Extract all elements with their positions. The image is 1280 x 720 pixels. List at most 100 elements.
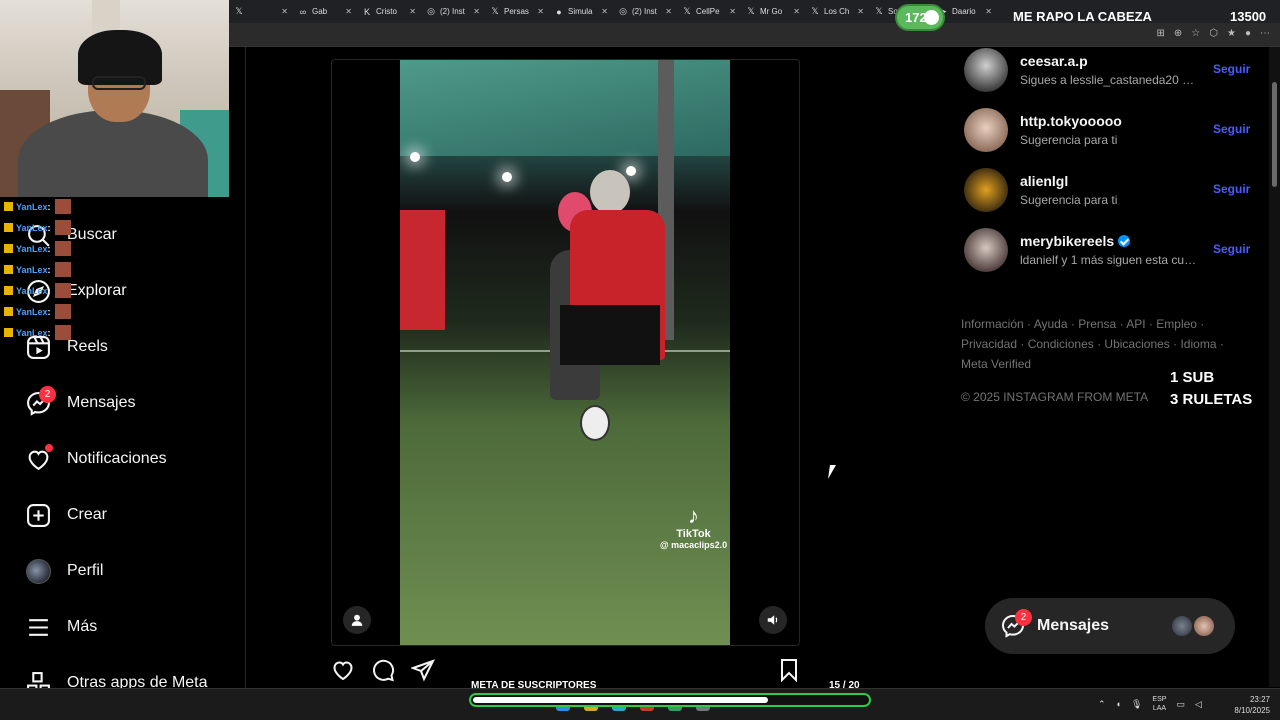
close-icon[interactable]: ✕ bbox=[409, 7, 416, 16]
share-icon[interactable] bbox=[411, 658, 435, 682]
suggestion-item: merybikereels ldanielf y 1 más siguen est… bbox=[964, 228, 1254, 278]
browser-tab-title: Simula bbox=[568, 7, 593, 16]
footer-link[interactable]: Ayuda bbox=[1034, 317, 1068, 331]
footer-link[interactable]: Meta Verified bbox=[961, 357, 1031, 371]
nav-create[interactable]: Crear bbox=[26, 501, 107, 529]
language-bottom: LAA bbox=[1152, 705, 1167, 712]
follow-button[interactable]: Seguir bbox=[1213, 242, 1250, 256]
follow-button[interactable]: Seguir bbox=[1213, 182, 1250, 196]
save-bookmark-icon[interactable] bbox=[777, 658, 801, 682]
link-icon: ∞ bbox=[299, 6, 307, 17]
follow-button[interactable]: Seguir bbox=[1213, 122, 1250, 136]
suggestion-item: alienlgl Sugerencia para ti Seguir bbox=[964, 168, 1254, 218]
nav-more[interactable]: Más bbox=[26, 613, 97, 641]
follow-button[interactable]: Seguir bbox=[1213, 62, 1250, 76]
scrollbar-thumb[interactable] bbox=[1272, 82, 1277, 187]
suggestion-avatar[interactable] bbox=[964, 228, 1008, 272]
nav-more-label: Más bbox=[67, 618, 98, 635]
browser-tab-title: Persas bbox=[504, 7, 529, 16]
browser-tab[interactable]: ◎ (2) Inst ✕ bbox=[421, 0, 485, 23]
close-icon[interactable]: ✕ bbox=[345, 7, 352, 16]
suggestion-username[interactable]: http.tokyooooo bbox=[1020, 113, 1122, 129]
badge-icon bbox=[4, 307, 13, 316]
chat-separator: : bbox=[47, 306, 51, 317]
close-icon[interactable]: ✕ bbox=[601, 7, 608, 16]
browser-tab[interactable]: K Cristo ✕ bbox=[357, 0, 421, 23]
display-icon[interactable]: ▭ bbox=[1176, 699, 1185, 710]
volume-icon[interactable]: ◁ bbox=[1195, 699, 1202, 710]
zoom-icon[interactable]: ⊕ bbox=[1174, 28, 1182, 39]
like-heart-icon[interactable] bbox=[331, 658, 355, 682]
footer-link[interactable]: Idioma bbox=[1180, 337, 1216, 351]
x-icon: 𝕏 bbox=[811, 6, 819, 16]
footer-link[interactable]: Prensa bbox=[1078, 317, 1116, 331]
bookmark-star-icon[interactable]: ☆ bbox=[1191, 28, 1200, 39]
close-icon[interactable]: ✕ bbox=[473, 7, 480, 16]
browser-tab[interactable]: 𝕏 CellPe ✕ bbox=[677, 0, 741, 23]
instagram-icon: ◎ bbox=[619, 6, 627, 16]
x-icon: 𝕏 bbox=[747, 6, 755, 16]
nav-notifications[interactable]: Notificaciones bbox=[26, 444, 167, 473]
footer-link[interactable]: Condiciones bbox=[1028, 337, 1094, 351]
post-video[interactable] bbox=[400, 60, 730, 645]
suggestion-avatar[interactable] bbox=[964, 168, 1008, 212]
browser-tab[interactable]: ● Simula ✕ bbox=[549, 0, 613, 23]
footer-link[interactable]: Empleo bbox=[1156, 317, 1197, 331]
suggestion-avatar[interactable] bbox=[964, 108, 1008, 152]
suggestion-username[interactable]: merybikereels bbox=[1020, 233, 1131, 249]
browser-tab[interactable]: ◎ (2) Inst ✕ bbox=[613, 0, 677, 23]
suggestion-username[interactable]: alienlgl bbox=[1020, 173, 1068, 189]
close-icon[interactable]: ✕ bbox=[281, 7, 288, 16]
footer-separator: · bbox=[1017, 337, 1028, 351]
browser-tab[interactable]: 𝕏 Persas ✕ bbox=[485, 0, 549, 23]
sub-goal-count: 15 / 20 bbox=[829, 680, 860, 691]
sidebar-toggle-icon[interactable]: ⊞ bbox=[1157, 28, 1165, 39]
suggestion-avatar[interactable] bbox=[964, 48, 1008, 92]
nav-messages[interactable]: 2 Mensajes bbox=[26, 386, 135, 417]
microphone-icon[interactable]: 🎙 bbox=[1131, 699, 1142, 710]
browser-tab-title: Los Ch bbox=[824, 7, 850, 16]
browser-tab[interactable]: 𝕏 ✕ bbox=[229, 0, 293, 23]
close-icon[interactable]: ✕ bbox=[537, 7, 544, 16]
browser-tab[interactable]: 𝕏 Mr Go ✕ bbox=[741, 0, 805, 23]
nav-profile[interactable]: Perfil bbox=[26, 557, 103, 585]
more-icon[interactable]: ⋯ bbox=[1260, 28, 1270, 39]
comment-icon[interactable] bbox=[371, 658, 395, 682]
extension-icon[interactable]: ⬡ bbox=[1209, 28, 1218, 39]
footer-link[interactable]: Ubicaciones bbox=[1104, 337, 1169, 351]
nav-messages-label: Mensajes bbox=[67, 394, 136, 411]
chevron-up-icon[interactable]: ⌃ bbox=[1098, 699, 1106, 710]
close-icon[interactable]: ✕ bbox=[729, 7, 736, 16]
browser-tab[interactable]: ∞ Gab ✕ bbox=[293, 0, 357, 23]
language-indicator[interactable]: ESP LAA bbox=[1152, 695, 1166, 713]
footer-link[interactable]: API bbox=[1126, 317, 1145, 331]
network-icon[interactable]: ◖ bbox=[1116, 699, 1121, 709]
chat-username: YanLex bbox=[16, 243, 48, 254]
messages-pill-button[interactable]: 2 Mensajes bbox=[985, 598, 1235, 654]
system-clock[interactable]: 23:27 8/10/2025 bbox=[1226, 694, 1270, 716]
close-icon[interactable]: ✕ bbox=[665, 7, 672, 16]
x-icon: 𝕏 bbox=[235, 6, 243, 16]
chat-username: YanLex bbox=[16, 306, 48, 317]
page-scrollbar[interactable] bbox=[1269, 47, 1280, 687]
suggestion-username-text: merybikereels bbox=[1020, 233, 1115, 249]
browser-tab[interactable]: 𝕏 Los Ch ✕ bbox=[805, 0, 869, 23]
close-icon[interactable]: ✕ bbox=[793, 7, 800, 16]
favorites-icon[interactable]: ★ bbox=[1227, 28, 1236, 39]
footer-links: Información · Ayuda · Prensa · API · Emp… bbox=[961, 314, 1224, 374]
browser-tab-title: (2) Inst bbox=[440, 7, 465, 16]
footer-link[interactable]: Privacidad bbox=[961, 337, 1017, 351]
video-ball bbox=[580, 405, 610, 441]
close-icon[interactable]: ✕ bbox=[857, 7, 864, 16]
account-icon[interactable]: ● bbox=[1245, 28, 1251, 39]
footer-link[interactable]: Información bbox=[961, 317, 1024, 331]
suggestion-username[interactable]: ceesar.a.p bbox=[1020, 53, 1088, 69]
clock-date: 8/10/2025 bbox=[1234, 706, 1270, 715]
audio-toggle-button[interactable] bbox=[759, 606, 787, 634]
tagged-users-button[interactable] bbox=[343, 606, 371, 634]
toolbar-icons: ⊞ ⊕ ☆ ⬡ ★ ● ⋯ bbox=[1157, 28, 1271, 39]
nav-notifications-label: Notificaciones bbox=[67, 450, 167, 467]
close-icon[interactable]: ✕ bbox=[985, 7, 992, 16]
suggestion-subtitle: Sigues a lesslie_castaneda20 y 1... bbox=[1020, 73, 1198, 87]
browser-tab-title: (2) Inst bbox=[632, 7, 657, 16]
